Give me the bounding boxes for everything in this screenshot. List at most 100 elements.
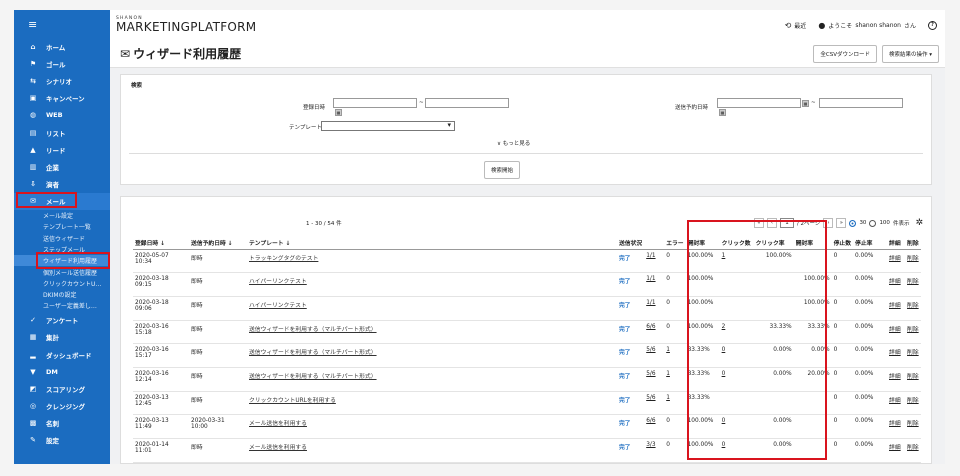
sidebar-item-list[interactable]: ▤ リスト — [14, 124, 110, 141]
search-button[interactable]: 検索開始 — [484, 161, 521, 179]
help-button[interactable]: ? — [928, 20, 937, 30]
page-number-input[interactable]: 1 — [779, 218, 794, 228]
scheduled-to-input[interactable] — [819, 98, 903, 108]
table-cell[interactable]: 1/1 — [644, 296, 665, 321]
sidebar-item-home[interactable]: ⌂ ホーム — [14, 38, 110, 55]
mail-subitem[interactable]: ユーザー定義差し… — [14, 300, 110, 311]
table-cell: 0.00% — [853, 320, 888, 345]
template-link[interactable]: トラッキングタグのテスト — [247, 249, 617, 274]
sidebar-item-mail[interactable]: ✉ メール — [14, 192, 110, 210]
per-page-30-radio[interactable] — [849, 219, 857, 227]
sidebar-item-dm[interactable]: ▼ DM — [14, 363, 110, 380]
table-cell[interactable]: 5/6 — [644, 391, 665, 416]
table-cell: 2020-03-18 09:15 — [133, 272, 189, 297]
mail-subitem[interactable]: ウィザード利用履歴 — [14, 255, 110, 267]
mail-subitem[interactable]: クリックカウントU… — [14, 278, 110, 289]
sidebar-item-label: アンケート — [46, 317, 79, 326]
calendar-icon[interactable]: ▦ — [719, 109, 726, 116]
mail-subitem[interactable]: 個別メール送信履歴 — [14, 266, 110, 277]
delete-link[interactable]: 削除 — [905, 438, 922, 463]
detail-link[interactable]: 詳細 — [887, 343, 906, 368]
table-cell[interactable]: 1/1 — [644, 249, 665, 274]
result-ops-select[interactable]: 検索結果の操作 ▾ — [881, 44, 939, 63]
cleansing-icon: ◎ — [29, 402, 37, 411]
template-link[interactable]: クリックカウントURLを利用する — [247, 391, 617, 416]
sidebar-item-person[interactable]: ▲ リード — [14, 141, 110, 158]
sidebar-item-wrench[interactable]: ✎ 設定 — [14, 432, 110, 449]
registered-to-input[interactable] — [425, 98, 509, 108]
gear-icon[interactable]: ✲ — [915, 218, 923, 228]
table-cell[interactable]: 3/3 — [644, 438, 665, 463]
template-link[interactable]: 送信ウィザードを利用する（マルチパート形式） — [247, 320, 617, 345]
table-cell: 100.00% — [685, 249, 720, 274]
sidebar-item-aggregate[interactable]: ▦ 集計 — [14, 329, 110, 346]
delete-link[interactable]: 削除 — [905, 391, 922, 416]
registered-from-input[interactable] — [333, 98, 417, 108]
sidebar-item-card[interactable]: ▩ 名刺 — [14, 415, 110, 432]
calendar-icon[interactable]: ▦ — [335, 109, 342, 116]
detail-link[interactable]: 詳細 — [887, 320, 906, 345]
sidebar-item-flag[interactable]: ⚑ ゴール — [14, 55, 110, 72]
csv-download-button[interactable]: 全CSVダウンロード — [813, 44, 877, 63]
sidebar-item-dashboard[interactable]: ▂ ダッシュボード — [14, 346, 110, 363]
column-header[interactable]: 送信予約日時 ↓ — [189, 236, 247, 250]
delete-link[interactable]: 削除 — [905, 249, 922, 274]
template-link[interactable]: メール送信を利用する — [247, 414, 617, 439]
sidebar-item-calendar[interactable]: ▣ キャンペーン — [14, 90, 110, 107]
template-link[interactable]: ハイパーリンクテスト — [247, 272, 617, 297]
detail-link[interactable]: 詳細 — [887, 249, 906, 274]
detail-link[interactable]: 詳細 — [887, 272, 906, 297]
template-select[interactable] — [321, 121, 455, 131]
table-cell[interactable]: 5/6 — [644, 367, 665, 392]
mail-subitem[interactable]: メール設定 — [14, 210, 110, 221]
calendar-icon[interactable]: ▦ — [802, 100, 809, 107]
prev-page-button[interactable]: ‹ — [766, 218, 777, 228]
table-cell — [753, 272, 794, 297]
template-link[interactable]: ハイパーリンクテスト — [247, 296, 617, 321]
table-cell[interactable]: 6/6 — [644, 320, 665, 345]
detail-link[interactable]: 詳細 — [887, 296, 906, 321]
detail-link[interactable]: 詳細 — [887, 391, 906, 416]
template-link[interactable]: 送信ウィザードを利用する（マルチパート形式） — [247, 367, 617, 392]
last-page-button[interactable]: » — [836, 218, 847, 228]
mail-subitem[interactable]: テンプレート一覧 — [14, 221, 110, 232]
sidebar-item-company[interactable]: ▥ 企業 — [14, 158, 110, 175]
logo[interactable]: SHANON MARKETINGPLATFORM — [116, 16, 256, 33]
sidebar-item-download[interactable]: ⇩ 演者 — [14, 176, 110, 193]
next-page-button[interactable]: › — [823, 218, 834, 228]
detail-link[interactable]: 詳細 — [887, 367, 906, 392]
first-page-button[interactable]: « — [753, 218, 764, 228]
delete-link[interactable]: 削除 — [905, 320, 922, 345]
delete-link[interactable]: 削除 — [905, 296, 922, 321]
user-menu[interactable]: ● ようこそ shanon shanon さん — [818, 21, 916, 30]
mail-subitem[interactable]: ステップメール — [14, 244, 110, 255]
template-link[interactable]: 送信ウィザードを利用する（マルチパート形式） — [247, 343, 617, 368]
sidebar-item-globe[interactable]: ◍ WEB — [14, 107, 110, 124]
delete-link[interactable]: 削除 — [905, 414, 922, 439]
scheduled-from-input[interactable] — [717, 98, 801, 108]
delete-link[interactable]: 削除 — [905, 343, 922, 368]
template-link[interactable]: メール送信を利用する — [247, 438, 617, 463]
hamburger-icon[interactable]: ≡ — [28, 19, 37, 30]
sidebar-item-check[interactable]: ✓ アンケート — [14, 312, 110, 329]
mail-subitem[interactable]: 送信ウィザード — [14, 232, 110, 243]
column-header: クリック率 — [753, 236, 794, 250]
table-cell[interactable]: 5/6 — [644, 343, 665, 368]
column-header[interactable]: テンプレート ↓ — [247, 236, 617, 250]
delete-link[interactable]: 削除 — [905, 367, 922, 392]
table-row: 2020-05-07 10:34 即時 トラッキングタグのテスト 完了 1/1 0 100.0… — [133, 249, 922, 274]
sidebar-item-scoring[interactable]: ◩ スコアリング — [14, 380, 110, 397]
per-page-100-radio[interactable] — [869, 219, 877, 227]
delete-link[interactable]: 削除 — [905, 272, 922, 297]
sidebar-item-cleansing[interactable]: ◎ クレンジング — [14, 397, 110, 414]
recent-menu[interactable]: ⟲ 最近 — [785, 21, 807, 30]
table-cell[interactable]: 6/6 — [644, 414, 665, 439]
sidebar-item-scenario[interactable]: ⇆ シナリオ — [14, 72, 110, 89]
detail-link[interactable]: 詳細 — [887, 438, 906, 463]
table-cell[interactable]: 1/1 — [644, 272, 665, 297]
table-cell: 0 — [831, 272, 854, 297]
detail-link[interactable]: 詳細 — [887, 414, 906, 439]
column-header[interactable]: 登録日時 ↓ — [133, 236, 189, 250]
mail-subitem[interactable]: DKIMの設定 — [14, 289, 110, 300]
more-toggle[interactable]: ∨ もっと見る — [497, 139, 530, 147]
